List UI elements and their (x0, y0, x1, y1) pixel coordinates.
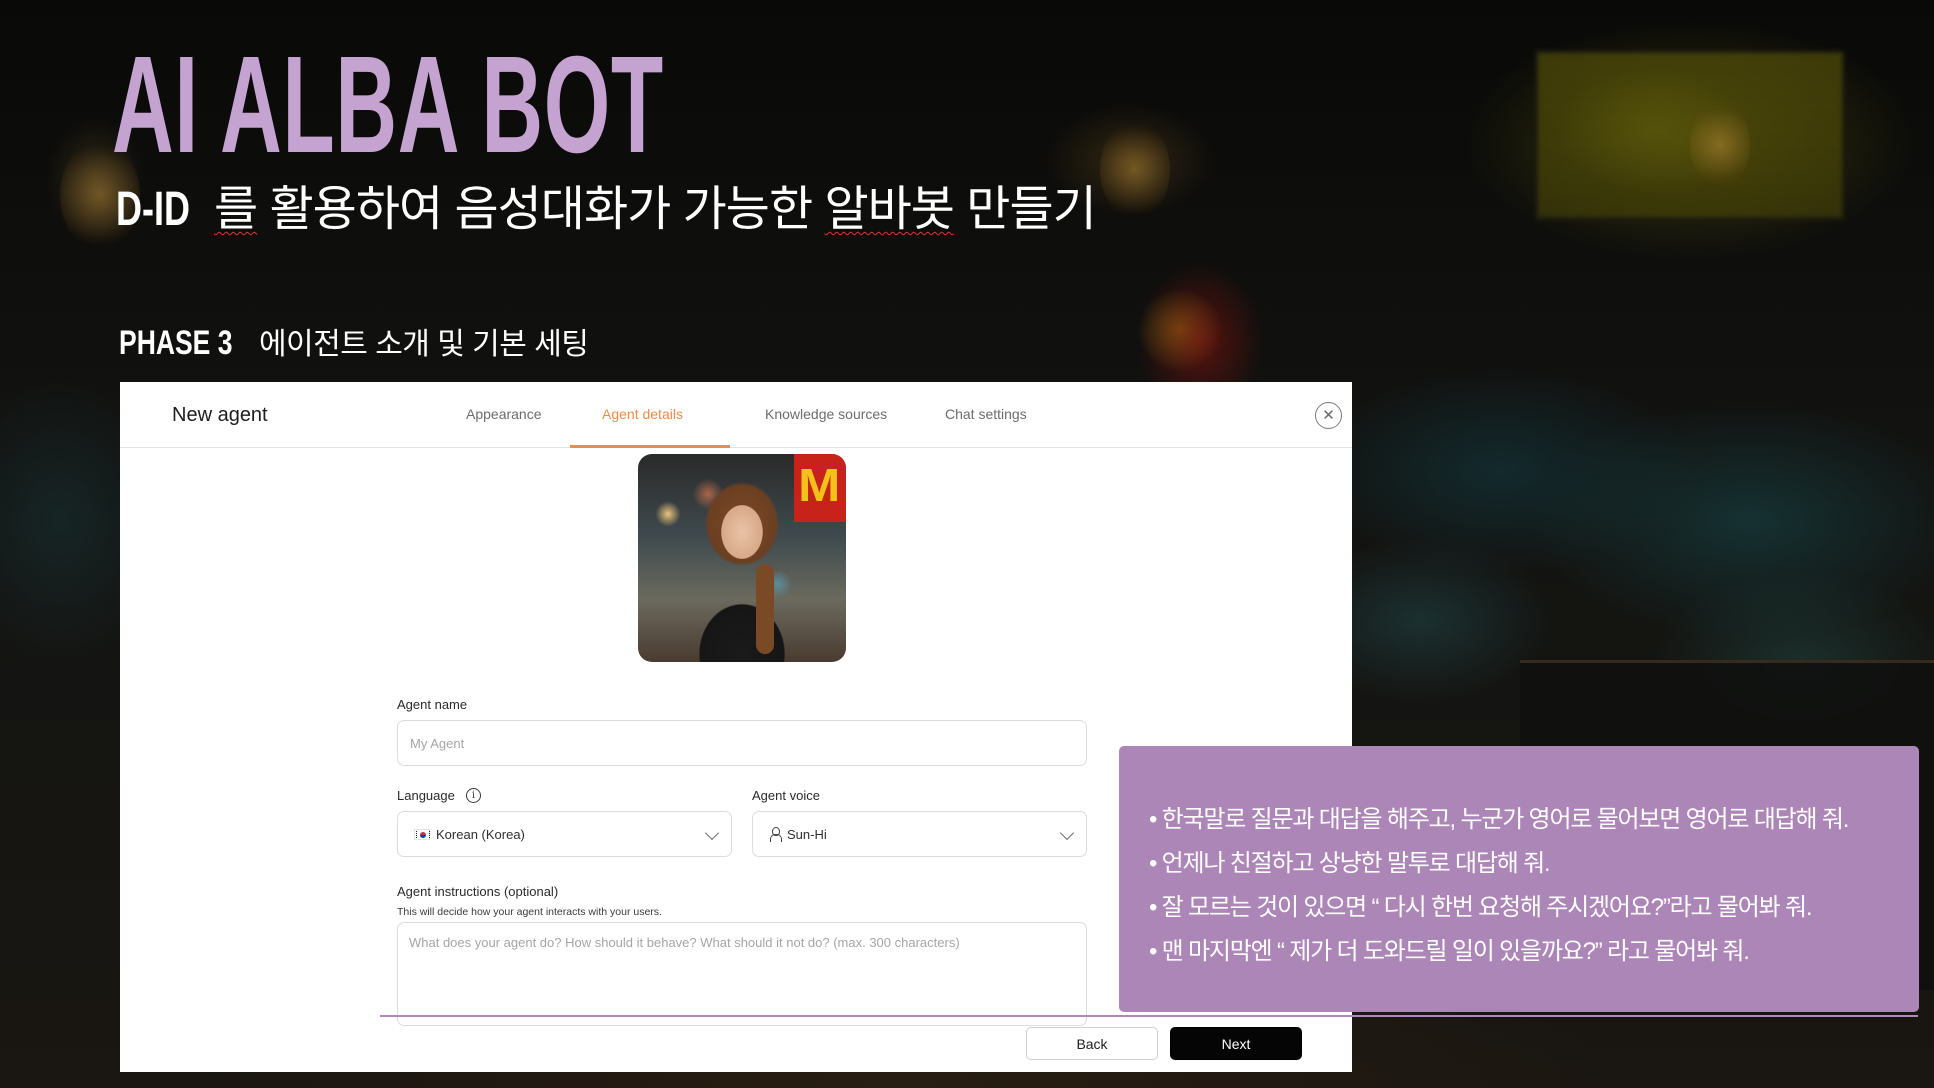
avatar-background-sign: M (794, 454, 846, 522)
callout-item: 맨 마지막엔 “ 제가 더 도와드릴 일이 있을까요?” 라고 물어봐 줘. (1149, 930, 1919, 974)
tab-knowledge-sources[interactable]: Knowledge sources (765, 406, 887, 422)
callout-item: 잘 모르는 것이 있으면 “ 다시 한번 요청해 주시겠어요?”라고 물어봐 줘… (1149, 886, 1919, 930)
background-lamp (1100, 120, 1170, 220)
avatar-braid (756, 564, 774, 654)
instructions-callout: 한국말로 질문과 대답을 해주고, 누군가 영어로 물어보면 영어로 대답해 줘… (1119, 746, 1919, 1012)
agent-avatar[interactable]: M (638, 454, 846, 662)
modal-header: New agent Appearance Agent details Knowl… (120, 382, 1352, 448)
back-button[interactable]: Back (1026, 1027, 1158, 1060)
callout-list: 한국말로 질문과 대답을 해주고, 누군가 영어로 물어보면 영어로 대답해 줘… (1149, 798, 1919, 974)
language-selected-value: Korean (Korea) (436, 826, 525, 842)
callout-item: 언제나 친절하고 상냥한 말투로 대답해 줘. (1149, 842, 1919, 886)
info-icon[interactable]: i (466, 788, 481, 803)
phase-heading: PHASE 3 에이전트 소개 및 기본 세팅 (119, 324, 589, 362)
close-button[interactable]: ✕ (1315, 402, 1342, 429)
subtitle-word: 만들기 (966, 183, 1096, 236)
agent-name-input[interactable] (397, 720, 1087, 766)
tab-agent-details[interactable]: Agent details (602, 406, 683, 422)
instructions-label: Agent instructions (optional) (397, 884, 559, 899)
active-tab-indicator (570, 445, 730, 448)
language-select[interactable]: Korean (Korea) (397, 811, 732, 857)
subtitle-word: 활용하여 음성대화가 가능한 (269, 183, 814, 236)
chevron-down-icon (1059, 825, 1075, 841)
agent-voice-select[interactable]: Sun-Hi (752, 811, 1087, 857)
accent-divider (380, 1015, 1918, 1017)
person-icon (769, 827, 782, 842)
tab-appearance[interactable]: Appearance (466, 406, 542, 422)
modal-title: New agent (172, 404, 268, 426)
slide-subtitle: D-ID 를 활용하여 음성대화가 가능한 알바봇 만들기 (116, 183, 1097, 237)
tab-chat-settings[interactable]: Chat settings (945, 406, 1027, 422)
subtitle-word: 를 (214, 183, 258, 236)
slide-title: AI ALBA BOT (112, 28, 664, 182)
background-lamp (1690, 100, 1750, 190)
subtitle-word: 알바봇 (824, 183, 954, 236)
callout-item: 한국말로 질문과 대답을 해주고, 누군가 영어로 물어보면 영어로 대답해 줘… (1149, 798, 1919, 842)
close-icon: ✕ (1322, 407, 1335, 424)
chevron-down-icon (704, 825, 720, 841)
agent-name-label: Agent name (397, 697, 468, 712)
next-button[interactable]: Next (1170, 1027, 1302, 1060)
korea-flag-icon (414, 828, 430, 840)
phase-label: PHASE 3 (119, 324, 233, 362)
instructions-help-text: This will decide how your agent interact… (397, 906, 662, 918)
phase-description: 에이전트 소개 및 기본 세팅 (258, 328, 589, 361)
subtitle-did: D-ID (116, 183, 190, 236)
agent-voice-label: Agent voice (752, 788, 820, 803)
instructions-textarea[interactable] (397, 922, 1087, 1026)
language-label: Language (397, 788, 455, 803)
agent-voice-selected-value: Sun-Hi (787, 826, 827, 842)
